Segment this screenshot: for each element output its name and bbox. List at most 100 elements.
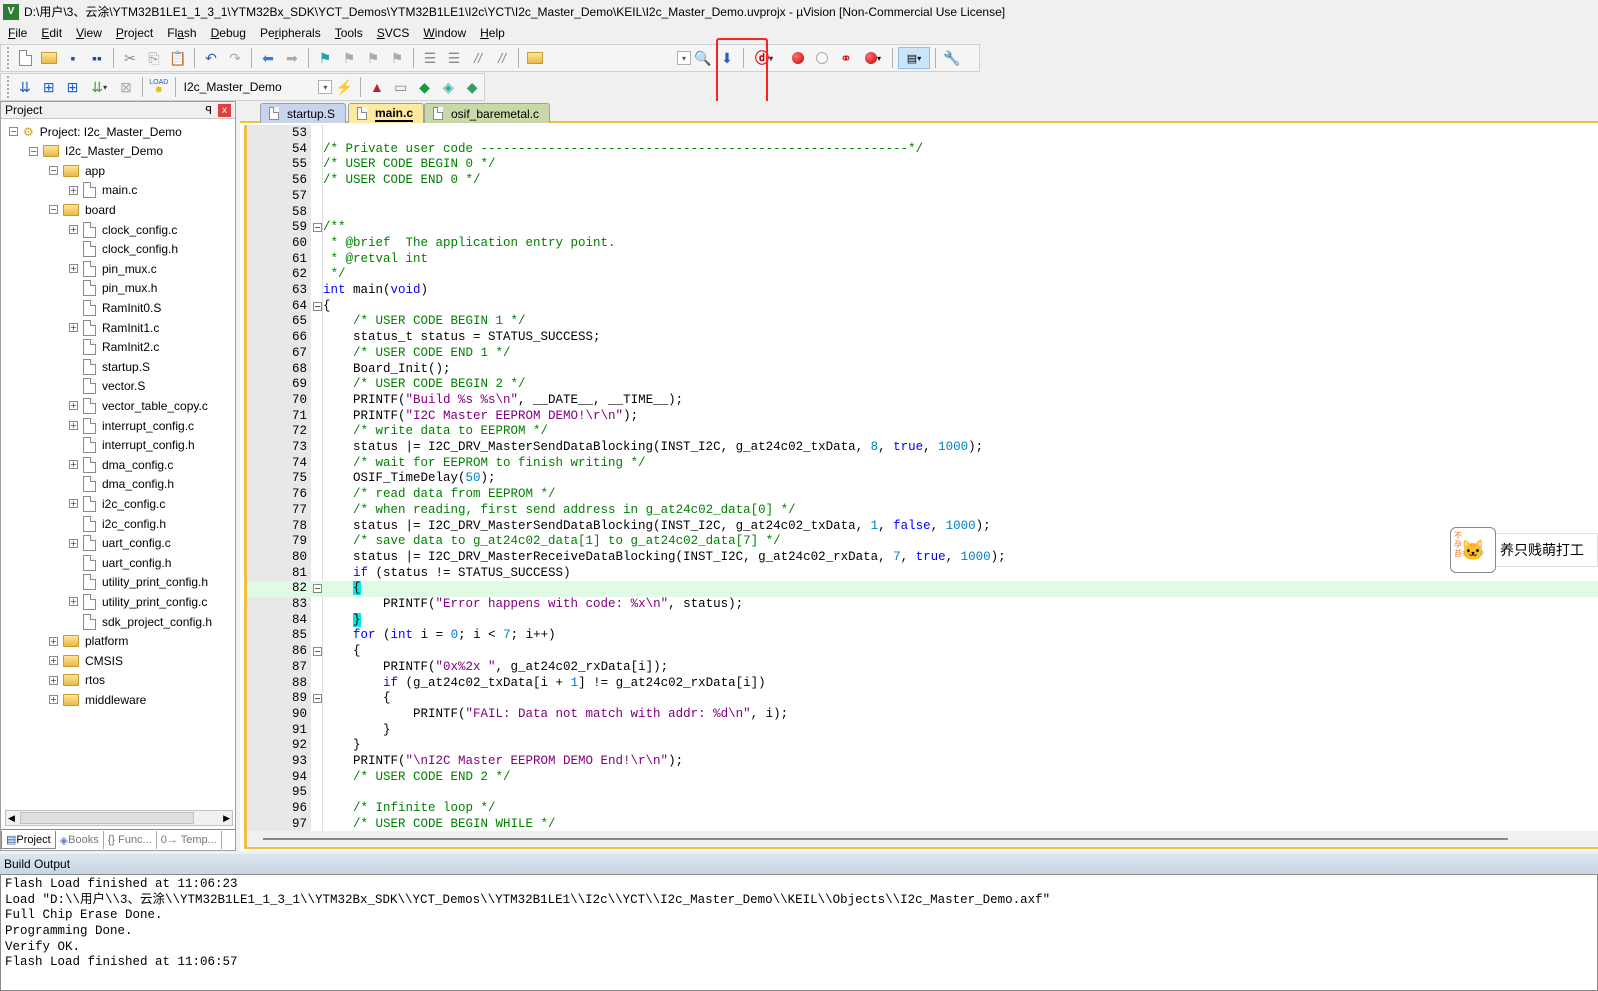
tree-item[interactable]: + vector_table_copy.c: [69, 396, 208, 415]
download-load-icon[interactable]: LOAD ✸: [148, 76, 170, 98]
code-line[interactable]: 55 /* USER CODE BEGIN 0 */: [247, 157, 1598, 173]
tree-item[interactable]: − ⚙ Project: I2c_Master_Demo: [9, 122, 182, 141]
code-line[interactable]: 93 PRINTF("\nI2C Master EEPROM DEMO End!…: [247, 754, 1598, 770]
code-line[interactable]: 57: [247, 189, 1598, 205]
code-line[interactable]: 71 PRINTF("I2C Master EEPROM DEMO!\r\n")…: [247, 409, 1598, 425]
expand-icon[interactable]: +: [69, 597, 78, 607]
navigate-forward-icon[interactable]: ➡: [281, 47, 303, 69]
code-line[interactable]: 58: [247, 205, 1598, 221]
code-line[interactable]: 66 status_t status = STATUS_SUCCESS;: [247, 330, 1598, 346]
scroll-thumb[interactable]: [20, 812, 194, 824]
expand-icon[interactable]: +: [69, 225, 78, 234]
tree-item[interactable]: + platform: [49, 632, 128, 651]
incremental-find-icon[interactable]: ⬇: [716, 47, 738, 69]
tree-item[interactable]: startup.S: [69, 357, 150, 376]
code-line[interactable]: 81 if (status != STATUS_SUCCESS): [247, 566, 1598, 582]
code-line[interactable]: 94 /* USER CODE END 2 */: [247, 770, 1598, 786]
scroll-thumb[interactable]: [263, 838, 1508, 840]
redo-icon[interactable]: ↷: [224, 47, 246, 69]
fold-collapse-icon[interactable]: −: [313, 694, 322, 704]
rebuild-icon[interactable]: ⊞: [62, 76, 84, 98]
code-line[interactable]: 68 Board_Init();: [247, 362, 1598, 378]
code-line[interactable]: 87 PRINTF("0x%2x ", g_at24c02_rxData[i])…: [247, 660, 1598, 676]
code-line[interactable]: 91 }: [247, 723, 1598, 739]
editor-horizontal-scrollbar[interactable]: [244, 831, 1598, 849]
manage-run-time-env-icon[interactable]: ◆: [414, 76, 436, 98]
code-line[interactable]: 89− {: [247, 691, 1598, 707]
menu-debug[interactable]: Debug: [211, 26, 246, 40]
tree-item[interactable]: + middleware: [49, 690, 146, 709]
tree-item[interactable]: + interrupt_config.c: [69, 416, 194, 435]
configure-icon[interactable]: 🔧: [941, 47, 963, 69]
fold-collapse-icon[interactable]: −: [313, 584, 322, 594]
new-file-icon[interactable]: [14, 47, 36, 69]
code-line[interactable]: 59−/**: [247, 220, 1598, 236]
translate-icon[interactable]: ⇊: [14, 76, 36, 98]
copy-icon[interactable]: ⎘: [143, 47, 165, 69]
code-line[interactable]: 79 /* save data to g_at24c02_data[1] to …: [247, 534, 1598, 550]
insert-breakpoint-icon[interactable]: [787, 47, 809, 69]
start-stop-debug-session-button[interactable]: ⓓ ▾: [749, 47, 779, 69]
toolbar-grip[interactable]: [7, 47, 10, 69]
code-line[interactable]: 63 int main(void): [247, 283, 1598, 299]
find-in-files-icon[interactable]: [524, 47, 546, 69]
panel-tab-functions[interactable]: {} Func...: [104, 831, 157, 849]
target-select-dropdown[interactable]: ▾: [318, 80, 333, 94]
clear-bookmarks-icon[interactable]: ⚑: [386, 47, 408, 69]
tree-item[interactable]: + CMSIS: [49, 651, 123, 670]
enable-breakpoint-icon[interactable]: [811, 47, 833, 69]
insert-bookmark-icon[interactable]: ⚑: [314, 47, 336, 69]
menu-view[interactable]: View: [76, 26, 102, 40]
collapse-icon[interactable]: −: [49, 205, 58, 215]
editor-tab-main-c[interactable]: main.c: [348, 103, 425, 123]
comment-icon[interactable]: //: [467, 47, 489, 69]
tree-item[interactable]: vector.S: [69, 377, 145, 396]
tree-item[interactable]: RamInit0.S: [69, 298, 161, 317]
tree-item[interactable]: uart_config.h: [69, 553, 171, 572]
expand-icon[interactable]: +: [49, 656, 58, 666]
code-line[interactable]: 53: [247, 126, 1598, 142]
stop-build-icon[interactable]: ⊠: [115, 76, 137, 98]
code-line[interactable]: 69 /* USER CODE BEGIN 2 */: [247, 377, 1598, 393]
code-line[interactable]: 85 for (int i = 0; i < 7; i++): [247, 628, 1598, 644]
expand-icon[interactable]: +: [69, 460, 78, 470]
code-line[interactable]: 96 /* Infinite loop */: [247, 801, 1598, 817]
target-select[interactable]: I2c_Master_Demo: [180, 77, 319, 97]
fold-collapse-icon[interactable]: −: [313, 301, 322, 311]
code-line[interactable]: 77 /* when reading, first send address i…: [247, 503, 1598, 519]
unindent-icon[interactable]: ☰: [443, 47, 465, 69]
open-file-icon[interactable]: [38, 47, 60, 69]
save-icon[interactable]: ▪: [62, 47, 84, 69]
code-line[interactable]: 90 PRINTF("FAIL: Data not match with add…: [247, 707, 1598, 723]
code-line[interactable]: 61 * @retval int: [247, 252, 1598, 268]
code-line[interactable]: 76 /* read data from EEPROM */: [247, 487, 1598, 503]
code-line[interactable]: 67 /* USER CODE END 1 */: [247, 346, 1598, 362]
menu-window[interactable]: Window: [423, 26, 466, 40]
tree-item[interactable]: RamInit2.c: [69, 338, 159, 357]
options-for-target-icon[interactable]: ⚡: [333, 76, 355, 98]
menu-flash[interactable]: Flash: [167, 26, 196, 40]
uncomment-icon[interactable]: //: [491, 47, 513, 69]
indent-icon[interactable]: ☰: [419, 47, 441, 69]
code-line[interactable]: 80 status |= I2C_DRV_MasterReceiveDataBl…: [247, 550, 1598, 566]
code-line[interactable]: 74 /* wait for EEPROM to finish writing …: [247, 456, 1598, 472]
menu-peripherals[interactable]: Peripherals: [260, 26, 321, 40]
project-horizontal-scrollbar[interactable]: ◀ ▶: [5, 810, 233, 826]
build-icon[interactable]: ⊞: [38, 76, 60, 98]
code-line[interactable]: 70 PRINTF("Build %s %s\n", __DATE__, __T…: [247, 393, 1598, 409]
menu-edit[interactable]: Edit: [41, 26, 62, 40]
code-line[interactable]: 64−{: [247, 299, 1598, 315]
pack-installer-icon[interactable]: ◆: [461, 76, 483, 98]
code-line[interactable]: 97 /* USER CODE BEGIN WHILE */: [247, 817, 1598, 831]
code-line[interactable]: 72 /* write data to EEPROM */: [247, 424, 1598, 440]
code-line[interactable]: 82− {: [247, 581, 1598, 597]
tree-item[interactable]: + dma_config.c: [69, 455, 173, 474]
tree-item[interactable]: pin_mux.h: [69, 279, 157, 298]
code-line[interactable]: 88 if (g_at24c02_txData[i + 1] != g_at24…: [247, 676, 1598, 692]
menu-tools[interactable]: Tools: [335, 26, 363, 40]
toolbar-grip[interactable]: [7, 76, 10, 98]
expand-icon[interactable]: +: [49, 675, 58, 685]
panel-tab-templates[interactable]: 0→ Temp...: [157, 831, 222, 849]
code-line[interactable]: 86− {: [247, 644, 1598, 660]
navigate-back-icon[interactable]: ⬅: [257, 47, 279, 69]
